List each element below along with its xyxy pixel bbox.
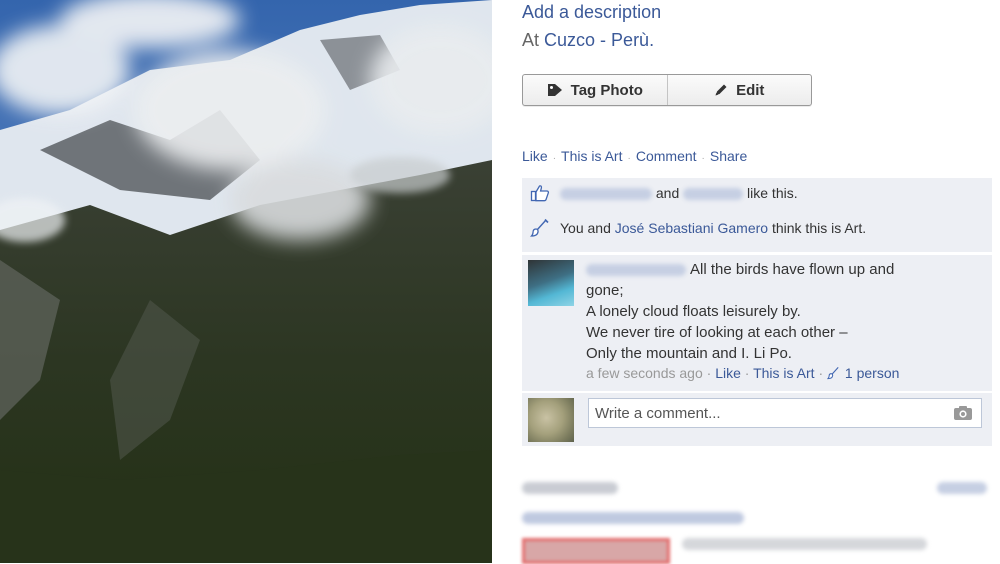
comment-input[interactable]: Write a comment... [588, 398, 982, 428]
comment-item: All the birds have flown up and gone; A … [522, 255, 992, 391]
art-text: You and José Sebastiani Gamero think thi… [560, 220, 866, 236]
blurred-name[interactable] [560, 188, 652, 201]
commenter-name-blurred[interactable] [586, 264, 686, 277]
comment-body: All the birds have flown up and gone; A … [586, 259, 966, 364]
comment-time[interactable]: a few seconds ago [586, 365, 703, 381]
comment-line: We never tire of looking at each other – [586, 324, 848, 341]
art-suffix: think this is Art. [771, 220, 867, 236]
edit-label: Edit [736, 81, 765, 99]
current-user-avatar [528, 398, 574, 442]
likes-suffix: like this. [747, 185, 798, 201]
comment-line: Only the mountain and I. Li Po. [586, 345, 792, 362]
separator-dot: · [706, 365, 712, 381]
tag-photo-label: Tag Photo [570, 81, 643, 99]
sponsored-title-blurred [522, 482, 618, 494]
tag-icon [547, 84, 562, 96]
sponsored-header-blurred [522, 478, 987, 498]
separator-dot: · [627, 153, 631, 164]
likes-row: and like this. [530, 184, 798, 202]
paintbrush-icon [530, 218, 549, 237]
comment-like-link[interactable]: Like [715, 365, 741, 381]
camera-icon[interactable] [953, 405, 973, 421]
photo-button-group: Tag Photo Edit [522, 74, 812, 106]
comment-line: All the birds have flown up and [690, 261, 895, 278]
commenter-avatar[interactable] [528, 260, 574, 306]
action-links: Like · This is Art · Comment · Share [522, 148, 747, 164]
comment-input-placeholder: Write a comment... [595, 405, 721, 422]
share-link[interactable]: Share [710, 148, 747, 164]
separator-dot: · [552, 153, 557, 164]
this-is-art-link[interactable]: This is Art [561, 148, 622, 164]
photo-info-panel: Add a description At Cuzco - Perù. Tag P… [492, 0, 1000, 564]
paintbrush-icon [826, 367, 839, 380]
comment-art-link[interactable]: This is Art [753, 365, 814, 381]
likes-text: and like this. [560, 185, 798, 201]
comment-link[interactable]: Comment [636, 148, 697, 164]
art-count-link[interactable]: 1 person [845, 365, 899, 381]
edit-button[interactable]: Edit [666, 75, 812, 105]
location-line: At Cuzco - Perù. [522, 30, 654, 51]
create-ad-link-blurred[interactable] [937, 482, 987, 494]
likes-box: and like this. You and José Sebastiani G… [522, 178, 992, 252]
ad-image-blurred[interactable] [522, 538, 670, 564]
location-link[interactable]: Cuzco - Perù. [544, 30, 654, 50]
photo[interactable] [0, 0, 492, 563]
comment-line: A lonely cloud floats leisurely by. [586, 303, 801, 320]
separator-dot: · [818, 365, 824, 381]
blurred-name[interactable] [683, 188, 744, 201]
art-person-link[interactable]: José Sebastiani Gamero [615, 220, 768, 236]
thumbs-up-icon [530, 185, 550, 202]
pencil-icon [715, 84, 727, 96]
comment-meta: a few seconds ago · Like · This is Art ·… [586, 365, 899, 381]
like-link[interactable]: Like [522, 148, 548, 164]
art-row: You and José Sebastiani Gamero think thi… [530, 218, 866, 238]
likes-connector: and [655, 185, 680, 201]
tag-photo-button[interactable]: Tag Photo [523, 75, 667, 105]
location-prefix: At [522, 30, 540, 50]
ad-title-blurred[interactable] [522, 512, 744, 524]
separator-dot: · [701, 153, 705, 164]
comment-composer: Write a comment... [522, 393, 992, 446]
separator-dot: · [744, 365, 750, 381]
mountain-photo-illustration [0, 0, 492, 563]
add-description-link[interactable]: Add a description [522, 2, 661, 23]
comment-line: gone; [586, 282, 624, 299]
art-you: You and [560, 220, 611, 236]
ad-text-blurred [682, 538, 927, 550]
